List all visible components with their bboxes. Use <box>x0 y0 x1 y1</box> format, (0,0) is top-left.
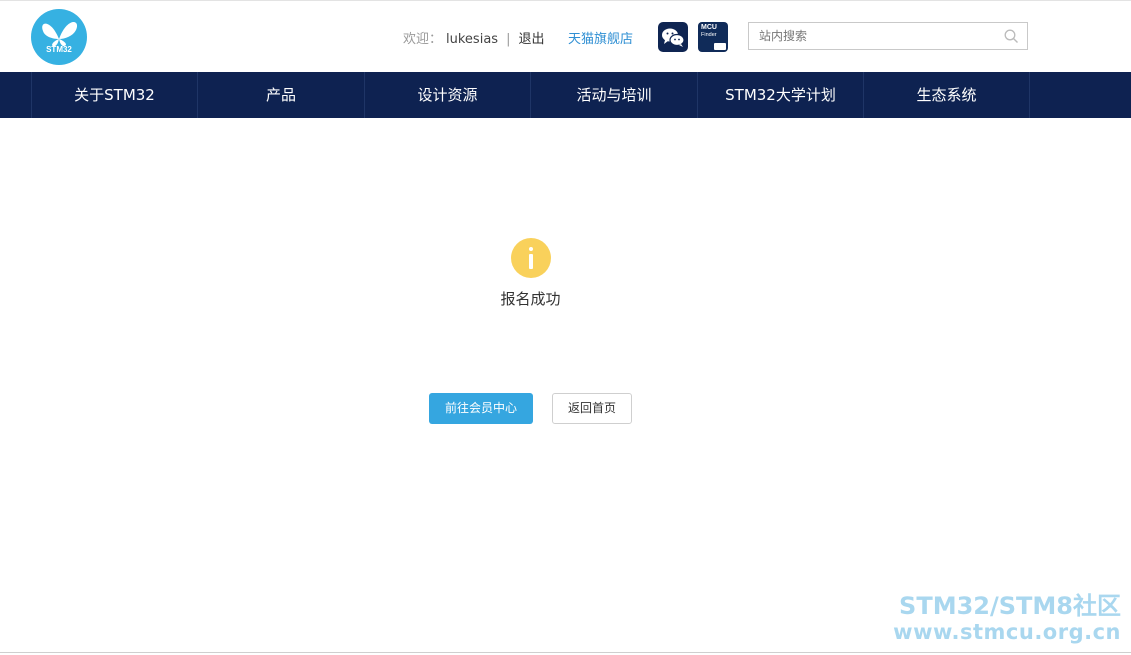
search-icon[interactable] <box>1004 29 1019 44</box>
welcome-area: 欢迎： lukesias | 退出 <box>403 28 544 47</box>
bottom-border <box>0 652 1131 653</box>
nav-item-design-resources[interactable]: 设计资源 <box>364 72 530 118</box>
status-message: 报名成功 <box>500 290 561 308</box>
logo-text: STM32 <box>46 45 72 54</box>
nav-item-products[interactable]: 产品 <box>197 72 364 118</box>
mcu-finder-icon[interactable]: MCU Finder <box>698 22 728 52</box>
back-home-button[interactable]: 返回首页 <box>552 393 632 424</box>
stm32-logo[interactable]: STM32 <box>31 9 87 65</box>
st-logo-icon <box>714 43 726 50</box>
butterfly-icon <box>42 21 78 47</box>
mcu-finder-line1: MCU <box>701 24 717 31</box>
nav-item-about-stm32[interactable]: 关于STM32 <box>31 72 197 118</box>
watermark-line1: STM32/STM8社区 <box>899 592 1121 620</box>
watermark: STM32/STM8社区 www.stmcu.org.cn <box>893 593 1121 645</box>
member-center-button[interactable]: 前往会员中心 <box>429 393 533 424</box>
tmall-store-link[interactable]: 天猫旗舰店 <box>568 28 633 47</box>
info-icon <box>511 238 551 278</box>
watermark-line2: www.stmcu.org.cn <box>893 620 1121 644</box>
separator: | <box>506 32 511 47</box>
logout-link[interactable]: 退出 <box>518 32 544 47</box>
site-search <box>748 22 1028 50</box>
search-input[interactable] <box>749 23 1009 49</box>
nav-item-events-training[interactable]: 活动与培训 <box>530 72 697 118</box>
nav-item-ecosystem[interactable]: 生态系统 <box>863 72 1029 118</box>
welcome-label: 欢迎： <box>403 32 443 47</box>
nav-item-university-program[interactable]: STM32大学计划 <box>697 72 863 118</box>
mcu-finder-line2: Finder <box>701 32 717 38</box>
nav-divider <box>1029 72 1030 118</box>
wechat-icon[interactable] <box>658 22 688 52</box>
username[interactable]: lukesias <box>446 32 498 47</box>
site-header: STM32 欢迎： lukesias | 退出 天猫旗舰店 MCU Finder <box>0 1 1131 72</box>
main-nav: 关于STM32 产品 设计资源 活动与培训 STM32大学计划 生态系统 <box>0 72 1131 118</box>
